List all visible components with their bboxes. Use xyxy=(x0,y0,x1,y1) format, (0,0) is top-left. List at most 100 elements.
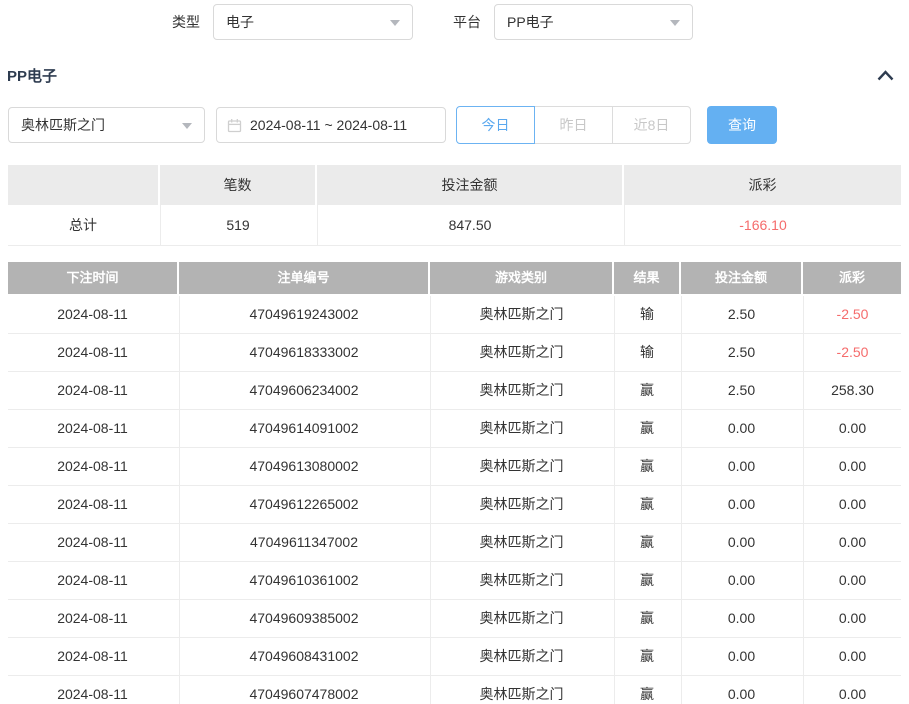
table-cell: -2.50 xyxy=(803,334,901,371)
table-cell: 赢 xyxy=(614,410,679,447)
table-cell: 奥林匹斯之门 xyxy=(430,334,612,371)
table-cell: 47049614091002 xyxy=(179,410,428,447)
table-cell: 赢 xyxy=(614,524,679,561)
section-header: PP电子 xyxy=(7,65,895,85)
table-cell: 奥林匹斯之门 xyxy=(430,638,612,675)
date-range-input[interactable]: 2024-08-11 ~ 2024-08-11 xyxy=(216,107,446,143)
game-select-value: 奥林匹斯之门 xyxy=(21,115,105,135)
summary-header-empty xyxy=(8,165,158,205)
type-select[interactable]: 电子 xyxy=(213,4,413,40)
table-cell: 47049618333002 xyxy=(179,334,428,371)
table-cell: 0.00 xyxy=(803,638,901,675)
table-cell: 2024-08-11 xyxy=(8,524,177,561)
summary-table: 笔数 投注金额 派彩 总计 519 847.50 -166.10 xyxy=(8,165,901,246)
summary-header-count: 笔数 xyxy=(160,165,315,205)
table-cell: 奥林匹斯之门 xyxy=(430,410,612,447)
table-cell: 2024-08-11 xyxy=(8,334,177,371)
table-row: 2024-08-1147049619243002奥林匹斯之门输2.50-2.50 xyxy=(8,296,901,334)
table-row: 2024-08-1147049608431002奥林匹斯之门赢0.000.00 xyxy=(8,638,901,676)
type-select-value: 电子 xyxy=(226,12,254,32)
table-cell: 奥林匹斯之门 xyxy=(430,562,612,599)
table-cell: 2024-08-11 xyxy=(8,410,177,447)
table-cell: 2.50 xyxy=(681,334,801,371)
last-8-days-button[interactable]: 近8日 xyxy=(612,106,691,144)
table-cell: 258.30 xyxy=(803,372,901,409)
table-cell: 奥林匹斯之门 xyxy=(430,676,612,704)
table-row: 2024-08-1147049607478002奥林匹斯之门赢0.000.00 xyxy=(8,676,901,704)
table-cell: 47049607478002 xyxy=(179,676,428,704)
table-cell: 0.00 xyxy=(681,486,801,523)
table-cell: 2.50 xyxy=(681,372,801,409)
table-cell: 0.00 xyxy=(681,676,801,704)
page: 类型 电子 平台 PP电子 PP电子 奥林匹斯之门 xyxy=(0,0,909,704)
quick-date-button-group: 今日 昨日 近8日 xyxy=(456,106,691,144)
header-result: 结果 xyxy=(614,262,679,294)
table-cell: 赢 xyxy=(614,372,679,409)
top-filter-bar: 类型 电子 平台 PP电子 xyxy=(172,4,909,40)
table-row: 2024-08-1147049612265002奥林匹斯之门赢0.000.00 xyxy=(8,486,901,524)
table-cell: 赢 xyxy=(614,676,679,704)
summary-header-bet-amount: 投注金额 xyxy=(317,165,622,205)
table-cell: 奥林匹斯之门 xyxy=(430,524,612,561)
table-cell: 输 xyxy=(614,334,679,371)
table-cell: 47049613080002 xyxy=(179,448,428,485)
table-cell: 47049612265002 xyxy=(179,486,428,523)
query-bar: 奥林匹斯之门 2024-08-11 ~ 2024-08-11 今日 昨日 近8日… xyxy=(8,106,909,144)
table-cell: 2024-08-11 xyxy=(8,372,177,409)
table-cell: 2024-08-11 xyxy=(8,676,177,704)
table-cell: 0.00 xyxy=(803,410,901,447)
platform-select-value: PP电子 xyxy=(507,12,554,32)
summary-bet-amount: 847.50 xyxy=(317,205,622,245)
table-row: 2024-08-1147049609385002奥林匹斯之门赢0.000.00 xyxy=(8,600,901,638)
table-cell: 47049619243002 xyxy=(179,296,428,333)
table-cell: 2024-08-11 xyxy=(8,562,177,599)
summary-table-header: 笔数 投注金额 派彩 xyxy=(8,165,901,205)
summary-total-row: 总计 519 847.50 -166.10 xyxy=(8,205,901,246)
game-select[interactable]: 奥林匹斯之门 xyxy=(8,107,205,143)
table-row: 2024-08-1147049613080002奥林匹斯之门赢0.000.00 xyxy=(8,448,901,486)
table-cell: 奥林匹斯之门 xyxy=(430,372,612,409)
platform-select[interactable]: PP电子 xyxy=(494,4,693,40)
table-cell: 2024-08-11 xyxy=(8,296,177,333)
bet-table: 下注时间 注单编号 游戏类别 结果 投注金额 派彩 2024-08-114704… xyxy=(8,262,901,704)
type-label: 类型 xyxy=(172,12,200,32)
table-cell: 输 xyxy=(614,296,679,333)
today-button[interactable]: 今日 xyxy=(456,106,535,144)
table-cell: 奥林匹斯之门 xyxy=(430,600,612,637)
table-cell: -2.50 xyxy=(803,296,901,333)
section-title: PP电子 xyxy=(7,65,57,86)
header-bet-amount: 投注金额 xyxy=(681,262,801,294)
table-cell: 47049606234002 xyxy=(179,372,428,409)
caret-down-icon xyxy=(670,20,680,26)
date-range-value: 2024-08-11 ~ 2024-08-11 xyxy=(250,117,407,133)
header-payout: 派彩 xyxy=(803,262,901,294)
table-cell: 0.00 xyxy=(681,562,801,599)
yesterday-button[interactable]: 昨日 xyxy=(534,106,613,144)
table-cell: 0.00 xyxy=(681,524,801,561)
table-cell: 2024-08-11 xyxy=(8,448,177,485)
table-cell: 2.50 xyxy=(681,296,801,333)
table-cell: 47049610361002 xyxy=(179,562,428,599)
table-row: 2024-08-1147049611347002奥林匹斯之门赢0.000.00 xyxy=(8,524,901,562)
bet-table-body: 2024-08-1147049619243002奥林匹斯之门输2.50-2.50… xyxy=(8,296,901,704)
calendar-icon xyxy=(227,118,242,133)
table-cell: 0.00 xyxy=(803,600,901,637)
table-cell: 0.00 xyxy=(803,486,901,523)
search-button[interactable]: 查询 xyxy=(707,106,777,144)
chevron-up-icon[interactable] xyxy=(876,69,895,82)
summary-count: 519 xyxy=(160,205,315,245)
header-bet-time: 下注时间 xyxy=(8,262,177,294)
summary-header-payout: 派彩 xyxy=(624,165,901,205)
table-row: 2024-08-1147049610361002奥林匹斯之门赢0.000.00 xyxy=(8,562,901,600)
table-cell: 47049609385002 xyxy=(179,600,428,637)
table-cell: 奥林匹斯之门 xyxy=(430,486,612,523)
table-cell: 奥林匹斯之门 xyxy=(430,296,612,333)
table-cell: 0.00 xyxy=(803,676,901,704)
table-row: 2024-08-1147049614091002奥林匹斯之门赢0.000.00 xyxy=(8,410,901,448)
table-cell: 奥林匹斯之门 xyxy=(430,448,612,485)
table-cell: 2024-08-11 xyxy=(8,486,177,523)
table-cell: 0.00 xyxy=(803,562,901,599)
table-cell: 47049608431002 xyxy=(179,638,428,675)
table-cell: 0.00 xyxy=(803,524,901,561)
caret-down-icon xyxy=(182,123,192,129)
